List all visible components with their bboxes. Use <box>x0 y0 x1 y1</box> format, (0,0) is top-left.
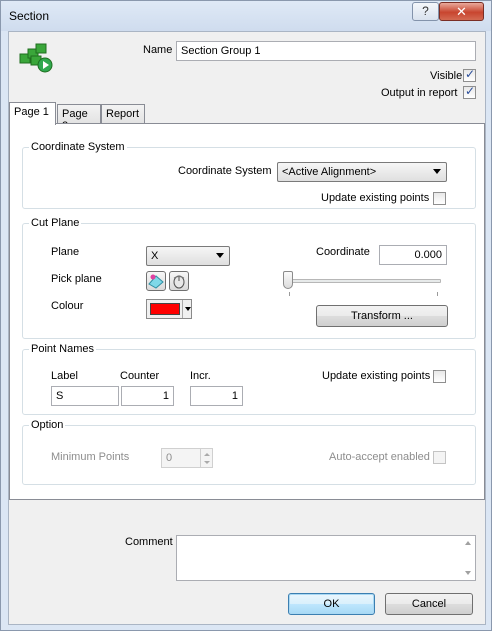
section-group-icon <box>19 42 55 74</box>
cut-plane-group: Cut Plane Plane X Coordinate 0.000 Pick … <box>22 217 476 339</box>
coordinate-system-value: <Active Alignment> <box>282 166 377 178</box>
coordinate-field[interactable]: 0.000 <box>379 245 447 265</box>
colour-picker-divider <box>182 300 183 318</box>
coordinate-system-group: Coordinate System Coordinate System <Act… <box>22 141 476 209</box>
minimum-points-field[interactable]: 0 <box>161 448 201 468</box>
output-in-report-checkbox[interactable] <box>463 84 476 99</box>
chevron-down-icon <box>185 307 191 311</box>
visible-label: Visible <box>430 70 463 82</box>
option-group-title: Option <box>29 419 66 431</box>
window-title: Section <box>9 9 50 23</box>
comment-label: Comment <box>125 536 173 548</box>
colour-picker[interactable] <box>146 299 192 319</box>
cancel-button[interactable]: Cancel <box>385 593 473 615</box>
point-names-group: Point Names Label Counter Incr. S 1 1 Up… <box>22 343 476 415</box>
tab-page-2[interactable]: Page 2 <box>57 104 101 132</box>
option-group: Option Minimum Points 0 Auto-accept enab… <box>22 419 476 485</box>
dialog-body: Name Section Group 1 Visible Output in r… <box>8 31 486 625</box>
minimum-points-label: Minimum Points <box>51 451 130 463</box>
plane-value: X <box>151 250 159 262</box>
name-field[interactable]: Section Group 1 <box>176 41 476 61</box>
coordinate-system-label: Coordinate System <box>178 165 272 177</box>
section-dialog: Section ? ✕ Name Section Group 1 Visible… <box>0 0 492 631</box>
coordinate-system-group-title: Coordinate System <box>29 141 127 153</box>
slider-tick <box>437 292 438 296</box>
label-field[interactable]: S <box>51 386 119 406</box>
ok-button[interactable]: OK <box>288 593 375 615</box>
colour-label: Colour <box>51 300 84 312</box>
chevron-down-icon <box>216 253 224 258</box>
counter-column-header: Counter <box>120 370 160 382</box>
auto-accept-checkbox[interactable] <box>433 451 446 464</box>
point-names-group-title: Point Names <box>29 343 96 355</box>
cs-update-existing-checkbox[interactable] <box>433 192 446 205</box>
mouse-pick-button[interactable] <box>169 271 189 291</box>
tab-report[interactable]: Report <box>101 104 145 124</box>
incr-column-header: Incr. <box>190 370 211 382</box>
scroll-up-icon[interactable] <box>465 541 471 545</box>
spin-down-icon <box>204 461 210 464</box>
incr-field[interactable]: 1 <box>190 386 243 406</box>
pick-plane-button[interactable] <box>146 271 166 291</box>
coordinate-slider-track[interactable] <box>285 279 441 283</box>
minimum-points-spinner[interactable] <box>200 448 213 468</box>
label-column-header: Label <box>51 370 78 382</box>
help-button[interactable]: ? <box>412 2 439 21</box>
coordinate-system-select[interactable]: <Active Alignment> <box>277 162 447 182</box>
plane-select[interactable]: X <box>146 246 230 266</box>
visible-checkbox[interactable] <box>463 67 476 82</box>
counter-field[interactable]: 1 <box>121 386 174 406</box>
name-label: Name <box>143 44 173 56</box>
cs-update-existing-label: Update existing points <box>321 192 430 204</box>
close-button[interactable]: ✕ <box>439 2 484 21</box>
coordinate-slider-thumb[interactable] <box>283 271 293 289</box>
coordinate-label: Coordinate <box>316 246 370 258</box>
chevron-down-icon <box>433 169 441 174</box>
plane-label: Plane <box>51 246 80 258</box>
transform-button[interactable]: Transform ... <box>316 305 448 327</box>
pn-update-existing-label: Update existing points <box>322 370 431 382</box>
pick-plane-label: Pick plane <box>51 273 102 285</box>
pn-update-existing-checkbox[interactable] <box>433 370 446 383</box>
output-in-report-label: Output in report <box>381 87 458 99</box>
mouse-pick-icon <box>173 275 185 289</box>
scroll-down-icon[interactable] <box>465 571 471 575</box>
tab-page-1[interactable]: Page 1 <box>9 102 56 125</box>
cut-plane-group-title: Cut Plane <box>29 217 82 229</box>
pick-plane-icon <box>148 274 164 289</box>
comment-field[interactable] <box>176 535 476 581</box>
spin-up-icon <box>204 453 210 456</box>
title-bar[interactable]: Section ? ✕ <box>1 1 491 31</box>
auto-accept-label: Auto-accept enabled <box>329 451 430 463</box>
colour-swatch <box>150 303 180 315</box>
tab-panel-page-1: Coordinate System Coordinate System <Act… <box>9 123 485 500</box>
slider-tick <box>289 292 290 296</box>
